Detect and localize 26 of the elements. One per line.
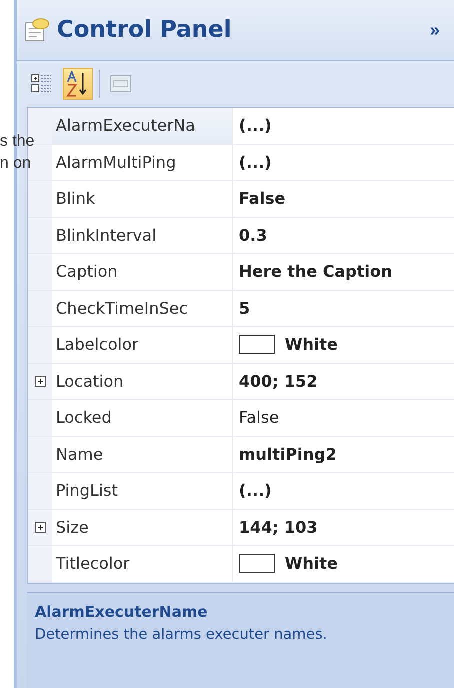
property-name[interactable]: AlarmExecuterNa: [52, 108, 233, 144]
alphabetical-button[interactable]: [63, 68, 93, 100]
expand-icon[interactable]: [34, 376, 46, 387]
property-value[interactable]: (...): [239, 481, 272, 500]
description-title: AlarmExecuterName: [35, 602, 209, 620]
panel-title: Control Panel: [57, 17, 233, 43]
property-value[interactable]: 144; 103: [239, 518, 318, 537]
property-value[interactable]: False: [239, 189, 286, 208]
collapse-button[interactable]: »: [426, 20, 444, 40]
property-value[interactable]: 0.3: [239, 226, 268, 245]
background-text: s the: [0, 134, 35, 150]
property-value[interactable]: False: [239, 408, 280, 428]
property-value[interactable]: 5: [239, 298, 250, 318]
property-value[interactable]: White: [285, 335, 338, 354]
categorized-icon: [31, 73, 53, 95]
description-text: Determines the alarms executer names.: [35, 626, 328, 642]
property-value[interactable]: (...): [239, 152, 272, 172]
property-value[interactable]: multiPing2: [239, 444, 337, 464]
property-pages-icon: [110, 74, 132, 94]
background-text: n on: [0, 156, 32, 172]
property-value[interactable]: 400; 152: [239, 372, 318, 391]
property-value[interactable]: White: [285, 554, 338, 574]
properties-icon: [25, 17, 51, 43]
expand-icon[interactable]: [34, 522, 46, 533]
property-value[interactable]: Here the Caption: [239, 262, 393, 282]
property-value[interactable]: (...): [239, 116, 272, 136]
